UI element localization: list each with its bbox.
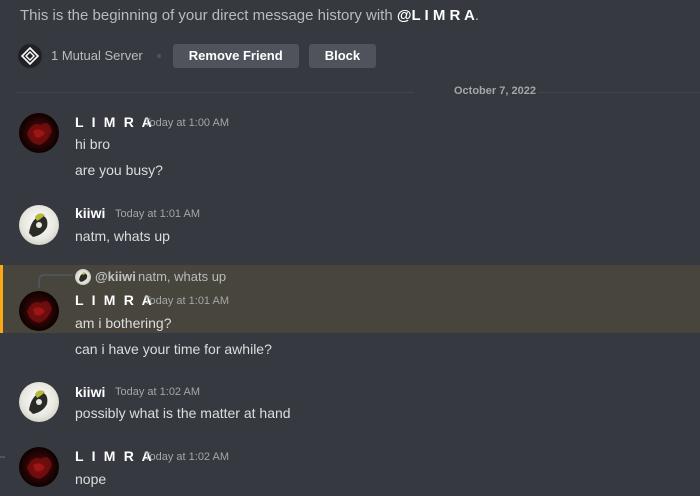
message-timestamp: Today at 1:02 AM — [115, 386, 200, 398]
message-content: are you busy? — [75, 162, 163, 178]
avatar[interactable] — [19, 382, 59, 422]
dark-red-avatar-icon — [27, 123, 52, 145]
mutual-server-row: 1 Mutual Server Remove Friend Block — [18, 43, 386, 68]
block-button[interactable]: Block — [308, 43, 377, 68]
message-timestamp: Today at 1:01 AM — [115, 208, 200, 220]
avatar[interactable] — [19, 113, 59, 153]
dark-red-avatar-icon — [27, 457, 52, 479]
avatar[interactable] — [19, 291, 59, 331]
message-author[interactable]: kiiwi — [75, 384, 105, 400]
message-timestamp: Today at 1:01 AM — [144, 295, 229, 307]
message-author[interactable]: L I M R A — [75, 292, 154, 308]
message-content: can i have your time for awhile? — [75, 341, 272, 357]
message-author[interactable]: L I M R A — [75, 448, 154, 464]
server-logo-icon — [21, 46, 39, 65]
intro-prefix: This is the beginning of your direct mes… — [20, 7, 397, 24]
reply-preview[interactable]: natm, whats up — [138, 269, 226, 284]
divider-line-left — [16, 92, 414, 93]
dm-history-intro: This is the beginning of your direct mes… — [20, 7, 479, 24]
separator-dot — [156, 53, 161, 58]
reply-spine — [38, 274, 73, 288]
message-content: hi bro — [75, 136, 111, 152]
date-divider: October 7, 2022 — [16, 85, 700, 97]
avatar[interactable] — [19, 447, 59, 487]
intro-username[interactable]: @L I M R A — [397, 7, 475, 24]
message-content: possibly what is the matter at hand — [75, 405, 291, 421]
mutual-server-label[interactable]: 1 Mutual Server — [51, 48, 143, 63]
message-content: nope — [75, 471, 107, 487]
intro-suffix: . — [474, 7, 479, 24]
avatar[interactable] — [19, 205, 59, 245]
date-divider-label: October 7, 2022 — [454, 85, 536, 97]
dark-red-avatar-icon — [27, 301, 52, 323]
remove-friend-button[interactable]: Remove Friend — [172, 43, 299, 68]
white-creature-avatar-icon — [29, 213, 48, 237]
message-timestamp: Today at 1:02 AM — [144, 451, 229, 463]
message-author[interactable]: kiiwi — [75, 205, 105, 221]
message-content: natm, whats up — [75, 228, 170, 244]
message-author[interactable]: L I M R A — [75, 114, 154, 130]
white-creature-avatar-icon — [79, 272, 88, 282]
message-content: am i bothering? — [75, 315, 172, 331]
divider-line-right — [538, 92, 700, 93]
server-icon[interactable] — [18, 43, 42, 68]
scroll-edge-marker — [0, 456, 5, 458]
reply-avatar[interactable] — [75, 269, 91, 285]
reply-author[interactable]: @kiiwi — [95, 269, 136, 284]
message-timestamp: Today at 1:00 AM — [144, 117, 229, 129]
white-creature-avatar-icon — [29, 390, 48, 414]
